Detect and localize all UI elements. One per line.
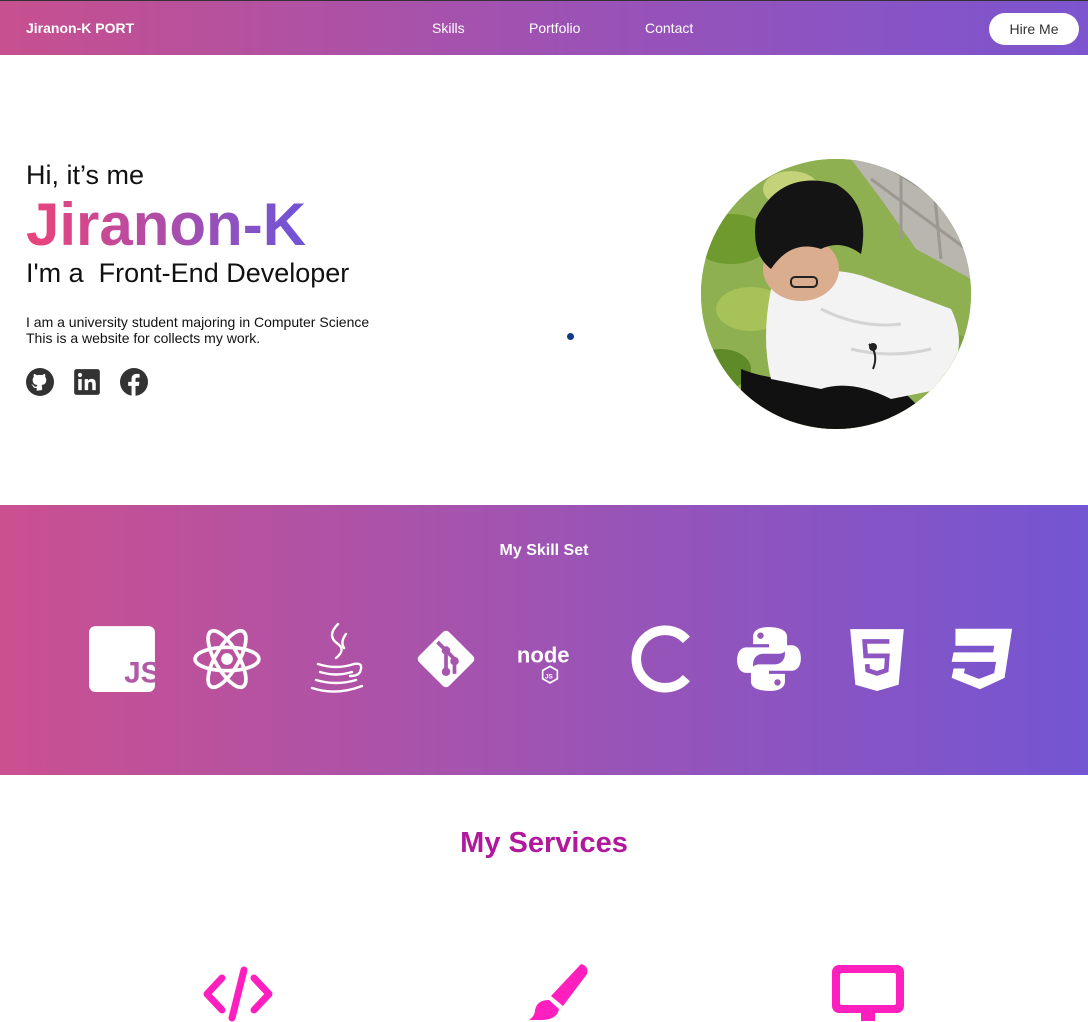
github-icon[interactable] — [26, 368, 54, 396]
java-icon — [310, 622, 364, 693]
facebook-icon[interactable] — [120, 368, 148, 396]
react-icon — [193, 628, 261, 690]
hire-me-button[interactable]: Hire Me — [989, 13, 1079, 45]
nav-link-contact[interactable]: Contact — [645, 20, 693, 36]
brand-logo[interactable]: Jiranon-K PORT — [26, 20, 134, 36]
hero-name: Jiranon-K — [26, 191, 307, 258]
nodejs-icon: node JS — [517, 643, 570, 684]
hero-description-line-1: I am a university student majoring in Co… — [26, 314, 370, 330]
paintbrush-icon — [529, 964, 588, 1020]
html5-icon — [850, 629, 904, 691]
hero-role: I'm a Front-End Developer — [26, 258, 350, 288]
carousel-dot — [567, 333, 574, 340]
code-icon — [203, 966, 273, 1022]
monitor-icon — [832, 965, 904, 1021]
linkedin-icon[interactable] — [73, 368, 101, 396]
skills-section: My Skill Set JS — [0, 505, 1088, 775]
css3-icon — [951, 628, 1013, 690]
hero-description-line-2: This is a website for collects my work. — [26, 330, 261, 346]
services-title: My Services — [460, 827, 628, 859]
hero-greeting: Hi, it’s me — [26, 160, 145, 190]
social-links — [26, 368, 148, 396]
nav-link-portfolio[interactable]: Portfolio — [529, 20, 580, 36]
nav-link-skills[interactable]: Skills — [432, 20, 465, 36]
javascript-icon: JS — [89, 626, 156, 692]
skills-title: My Skill Set — [499, 542, 589, 559]
svg-text:JS: JS — [124, 656, 156, 689]
profile-photo — [701, 159, 971, 429]
hero-description: I am a university student majoring in Co… — [26, 314, 369, 346]
python-icon — [737, 627, 801, 691]
svg-text:JS: JS — [545, 673, 554, 680]
c-language-icon — [631, 625, 690, 693]
svg-text:node: node — [517, 643, 570, 668]
top-nav: Jiranon-K PORT Skills Portfolio Contact … — [0, 0, 1088, 55]
git-icon — [417, 630, 475, 688]
